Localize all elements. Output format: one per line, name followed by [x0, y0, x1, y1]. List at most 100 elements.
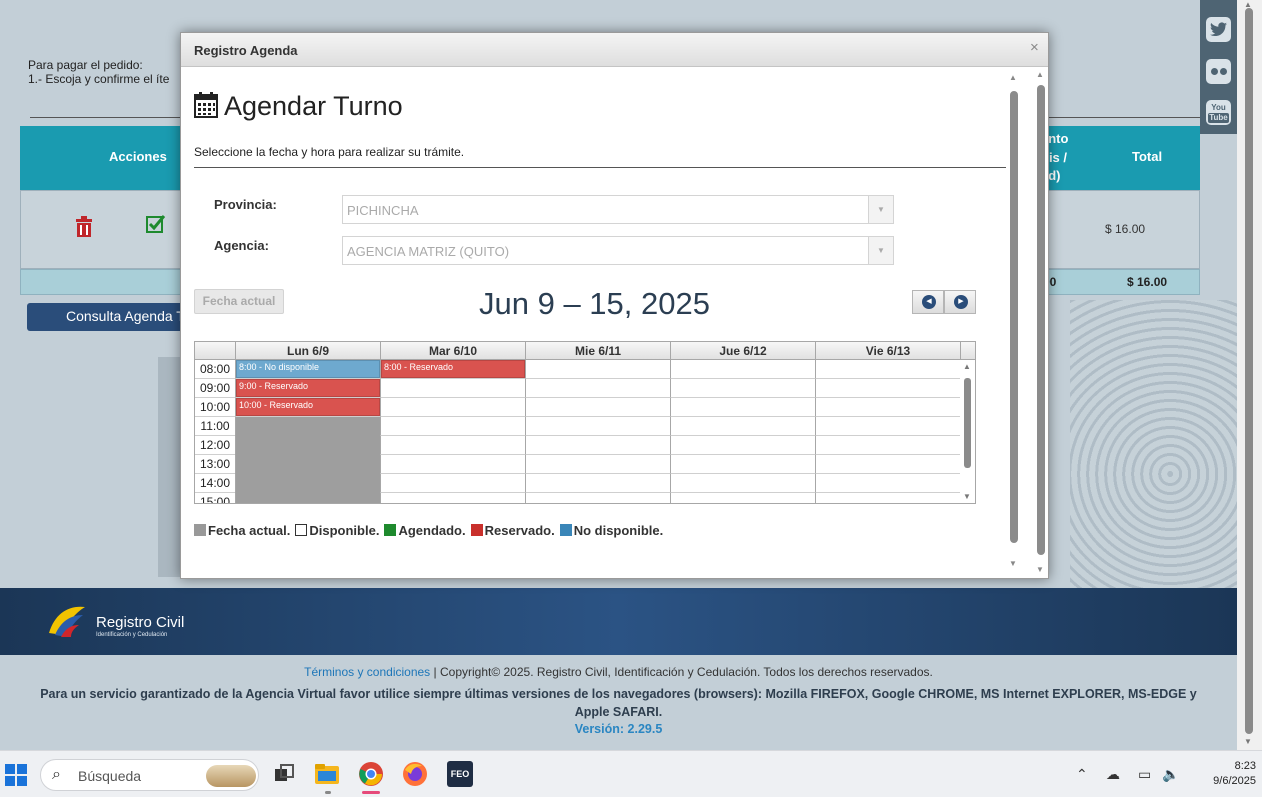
calendar-slot[interactable]: [380, 436, 525, 455]
calendar-event[interactable]: 8:00 - No disponible: [236, 360, 380, 378]
calendar-slot[interactable]: [525, 493, 670, 503]
time-slot-label: 09:00: [195, 379, 235, 398]
page-scrollbar[interactable]: ▲ ▼: [1237, 0, 1262, 750]
terms-link[interactable]: Términos y condiciones: [304, 665, 430, 679]
calendar-slot[interactable]: [815, 436, 960, 455]
calendar-slot[interactable]: [670, 455, 815, 474]
scroll-down-icon[interactable]: ▼: [1036, 565, 1044, 574]
trash-icon[interactable]: [74, 216, 94, 244]
calendar-slot[interactable]: [380, 455, 525, 474]
legend-item: Fecha actual.: [194, 523, 290, 538]
day-header-spacer: [960, 342, 975, 360]
close-icon[interactable]: ×: [1030, 39, 1039, 56]
scroll-down-icon[interactable]: ▼: [1244, 737, 1252, 746]
chevron-up-icon[interactable]: ⌃: [1076, 766, 1088, 783]
calendar-slot[interactable]: [815, 493, 960, 503]
file-explorer-icon[interactable]: [314, 761, 340, 787]
provincia-select[interactable]: PICHINCHA ▼: [342, 195, 894, 224]
calendar-header: Lun 6/9 Mar 6/10 Mie 6/11 Jue 6/12 Vie 6/13: [195, 342, 975, 360]
inner-scroll-thumb[interactable]: [1010, 91, 1018, 543]
calendar-slot[interactable]: [670, 436, 815, 455]
page-scroll-thumb[interactable]: [1245, 8, 1253, 734]
chrome-icon[interactable]: [358, 761, 384, 787]
calendar-slot[interactable]: [670, 398, 815, 417]
legend-swatch: [559, 524, 572, 536]
day-header: Mar 6/10: [380, 342, 525, 360]
scroll-up-icon[interactable]: ▲: [963, 362, 971, 371]
calendar-legend: Fecha actual. Disponible. Agendado. Reserva…: [194, 523, 668, 538]
scroll-up-icon[interactable]: ▲: [1036, 70, 1044, 79]
flickr-icon[interactable]: [1206, 59, 1231, 84]
chevron-down-icon[interactable]: ▼: [868, 237, 893, 264]
confirm-check-icon[interactable]: [146, 214, 166, 240]
legend-item: Agendado.: [384, 523, 466, 538]
copyright-text: | Copyright© 2025. Registro Civil, Ident…: [430, 665, 933, 679]
youtube-icon[interactable]: You Tube: [1206, 100, 1231, 125]
divider: [194, 167, 1006, 168]
outer-scroll-thumb[interactable]: [1037, 85, 1045, 555]
dialog-outer-scrollbar[interactable]: ▲ ▼: [1034, 67, 1048, 577]
cloud-off-icon[interactable]: ☁: [1106, 766, 1120, 783]
next-week-button[interactable]: ▶: [944, 290, 976, 314]
windows-start-icon[interactable]: [5, 764, 27, 786]
prev-week-button[interactable]: ◀: [912, 290, 944, 314]
volume-icon[interactable]: 🔈: [1162, 766, 1179, 783]
calendar-scroll-thumb[interactable]: [964, 378, 971, 468]
fingerprint-decoration: [1070, 300, 1237, 590]
footer: Términos y condiciones | Copyright© 2025…: [0, 655, 1237, 736]
fecha-actual-button[interactable]: Fecha actual: [194, 289, 284, 314]
system-clock[interactable]: 8:23 9/6/2025: [1190, 759, 1256, 789]
agencia-label: Agencia:: [214, 238, 269, 253]
calendar-slot[interactable]: [380, 493, 525, 503]
feo-app-icon[interactable]: FEO: [447, 761, 473, 787]
calendar-slot[interactable]: [380, 398, 525, 417]
calendar-slot[interactable]: [380, 474, 525, 493]
scroll-down-icon[interactable]: ▼: [1009, 559, 1017, 568]
page-title-text: Agendar Turno: [224, 91, 403, 121]
calendar-slot[interactable]: [525, 455, 670, 474]
calendar-slot[interactable]: [525, 379, 670, 398]
calendar-slot[interactable]: [815, 417, 960, 436]
network-icon[interactable]: ▭: [1138, 766, 1151, 783]
calendar-slot[interactable]: [670, 379, 815, 398]
scroll-up-icon[interactable]: ▲: [1009, 73, 1017, 82]
calendar-slot[interactable]: [670, 493, 815, 503]
calendar-slot[interactable]: [380, 379, 525, 398]
calendar-slot[interactable]: [670, 417, 815, 436]
logo-name: Registro Civil: [96, 614, 185, 631]
calendar-slot[interactable]: [670, 474, 815, 493]
calendar-slot[interactable]: [525, 417, 670, 436]
legend-item: No disponible.: [559, 523, 663, 538]
taskbar-search[interactable]: ⌕ Búsqueda: [40, 759, 259, 791]
calendar-slot[interactable]: [815, 379, 960, 398]
calendar-slot[interactable]: [815, 455, 960, 474]
legend-swatch: [384, 524, 397, 536]
calendar-grid: Lun 6/9 Mar 6/10 Mie 6/11 Jue 6/12 Vie 6/13 …: [194, 341, 976, 504]
dialog-inner-scrollbar[interactable]: ▲ ▼: [1007, 73, 1019, 573]
calendar-slot[interactable]: [815, 474, 960, 493]
calendar-event[interactable]: 9:00 - Reservado: [236, 379, 380, 397]
time-slot-label: 08:00: [195, 360, 235, 379]
calendar-slot[interactable]: [525, 474, 670, 493]
calendar-scrollbar[interactable]: ▲ ▼: [960, 360, 975, 503]
calendar-slot[interactable]: [525, 398, 670, 417]
calendar-slot[interactable]: [525, 360, 670, 379]
agencia-select[interactable]: AGENCIA MATRIZ (QUITO) ▼: [342, 236, 894, 265]
calendar-event[interactable]: 8:00 - Reservado: [381, 360, 525, 378]
chevron-down-icon[interactable]: ▼: [868, 196, 893, 223]
calendar-slot[interactable]: [380, 417, 525, 436]
twitter-icon[interactable]: [1206, 17, 1231, 42]
consulta-agenda-button[interactable]: Consulta Agenda T: [27, 303, 187, 331]
calendar-slot[interactable]: [815, 360, 960, 379]
legend-label: Disponible.: [309, 523, 380, 538]
scroll-down-icon[interactable]: ▼: [963, 492, 971, 501]
task-view-icon[interactable]: [272, 761, 298, 787]
calendar-slot[interactable]: [815, 398, 960, 417]
calendar-event[interactable]: 10:00 - Reservado: [236, 398, 380, 416]
taskbar: ⌕ Búsqueda FEO ⌃ ☁ ▭ 🔈 8:23 9/6/2025: [0, 750, 1262, 797]
calendar-slot[interactable]: [525, 436, 670, 455]
calendar-slot[interactable]: [670, 360, 815, 379]
firefox-icon[interactable]: [402, 761, 428, 787]
clock-time: 8:23: [1234, 760, 1256, 772]
col-acciones: Acciones: [109, 149, 167, 164]
